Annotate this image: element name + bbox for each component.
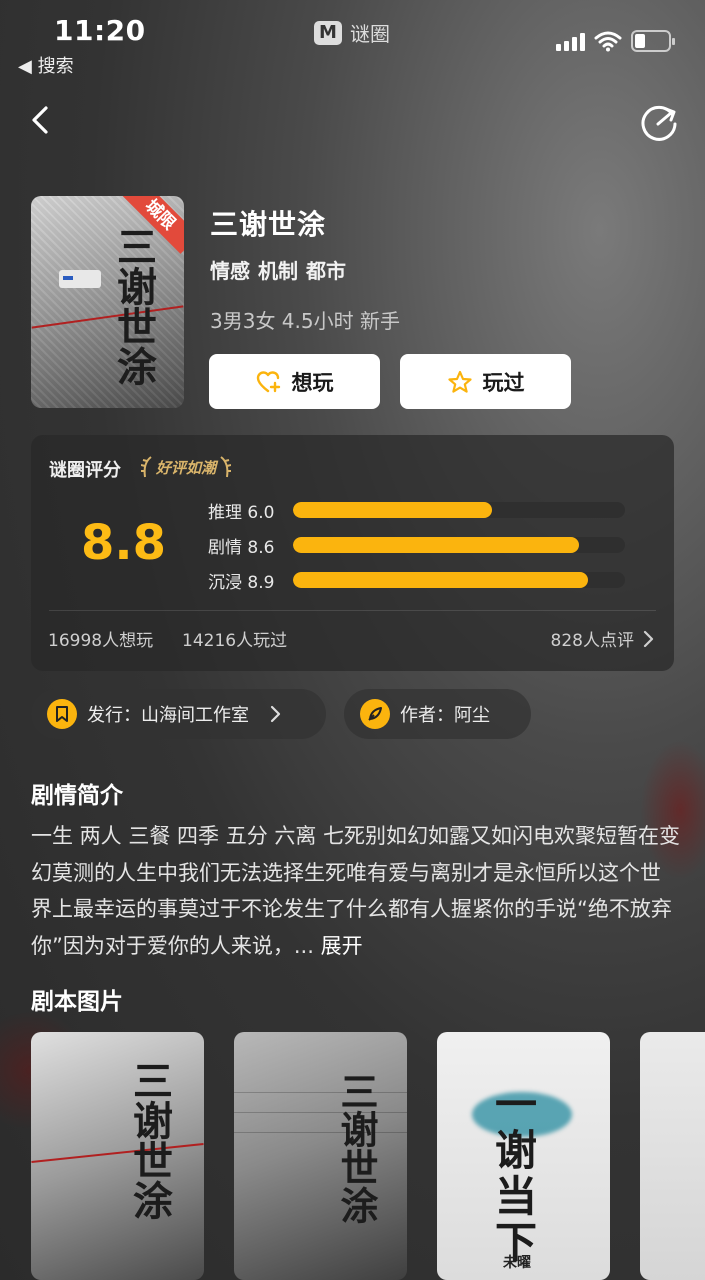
want-to-play-button[interactable]: 想玩 <box>209 354 380 409</box>
rating-title: 谜圈评分 <box>49 460 121 481</box>
want-count: 16998人想玩 <box>48 631 154 651</box>
synopsis-heading: 剧情简介 <box>31 783 123 809</box>
rating-bar-track <box>293 572 625 588</box>
chevron-right-icon <box>270 705 281 723</box>
back-to-search-link[interactable]: ◀ 搜索 <box>18 52 74 78</box>
share-icon[interactable] <box>638 100 680 142</box>
game-title: 三谢世涂 <box>210 208 327 241</box>
chevron-right-icon <box>643 630 654 647</box>
wifi-icon <box>594 31 622 52</box>
game-cover-image[interactable]: 三谢世涂 城限 <box>31 196 184 408</box>
thumb-title-art: 三谢世涂 <box>334 1072 378 1224</box>
award-badge: 好评如潮 <box>141 454 232 480</box>
tag-item[interactable]: 都市 <box>306 255 346 284</box>
publisher-label: 发行：山海间工作室 <box>87 705 249 726</box>
played-button[interactable]: 玩过 <box>400 354 571 409</box>
heart-plus-icon <box>256 370 280 392</box>
status-time: 11:20 <box>54 14 146 47</box>
chevron-left-icon[interactable] <box>22 100 62 140</box>
rating-bar-label: 沉浸 8.9 <box>208 572 275 593</box>
script-image-thumb[interactable]: 三谢世涂 <box>234 1032 407 1280</box>
status-bar: 11:20 ◀ 搜索 M 谜圈 <box>0 0 705 80</box>
images-heading: 剧本图片 <box>31 989 123 1015</box>
app-title: M 谜圈 <box>314 18 390 47</box>
tag-item[interactable]: 情感 <box>210 255 250 284</box>
signal-icon <box>556 33 585 51</box>
cover-title-art: 三谢世涂 <box>110 226 156 386</box>
script-image-thumb[interactable]: 三谢世涂 <box>31 1032 204 1280</box>
game-tags: 情感 机制 都市 <box>210 255 346 284</box>
bookmark-icon <box>47 699 77 729</box>
reviews-link[interactable]: 828人点评 <box>551 626 654 651</box>
divider <box>49 610 656 611</box>
rating-bar-track <box>293 537 625 553</box>
rating-bar-row: 推理 6.0 <box>208 500 628 523</box>
author-pill[interactable]: 作者：阿尘 <box>344 689 531 739</box>
star-icon <box>447 370 472 393</box>
rating-card: 谜圈评分 好评如潮 8.8 推理 6.0 剧情 8.6 沉浸 8.9 16998… <box>31 435 674 671</box>
rating-bar-label: 剧情 8.6 <box>208 537 275 558</box>
overall-score: 8.8 <box>81 515 167 571</box>
expand-link[interactable]: 展开 <box>321 934 363 958</box>
thumb-title-art: 一谢当下 <box>495 1080 538 1267</box>
played-count: 14216人玩过 <box>182 631 288 651</box>
thumb-title-art: 三谢世涂 <box>126 1060 172 1220</box>
battery-icon <box>631 30 675 52</box>
tag-item[interactable]: 机制 <box>258 255 298 284</box>
rating-bar-fill <box>293 502 493 518</box>
rating-bar-label: 推理 6.0 <box>208 502 275 523</box>
laurel-right-icon <box>220 456 232 478</box>
synopsis-text-block: 一生 两人 三餐 四季 五分 六离 七死别如幻如露又如闪电欢聚短暂在变幻莫测的人… <box>31 818 681 964</box>
app-name-label: 谜圈 <box>350 22 390 46</box>
pen-nib-icon <box>360 699 390 729</box>
rating-bar-fill <box>293 572 589 588</box>
rating-bar-fill <box>293 537 579 553</box>
played-label: 玩过 <box>482 370 525 395</box>
ambulance-illustration <box>59 270 101 288</box>
rating-bar-track <box>293 502 625 518</box>
app-logo-icon: M <box>314 20 342 45</box>
thumb-subtitle: 未曜 <box>503 1255 531 1271</box>
author-label: 作者：阿尘 <box>400 705 490 726</box>
want-to-play-label: 想玩 <box>291 370 334 395</box>
award-label: 好评如潮 <box>156 458 217 477</box>
publisher-pill[interactable]: 发行：山海间工作室 <box>31 689 326 739</box>
laurel-left-icon <box>141 456 152 478</box>
reviews-count: 828人点评 <box>550 631 634 651</box>
game-meta: 3男3女 4.5小时 新手 <box>210 309 400 333</box>
rating-bar-row: 沉浸 8.9 <box>208 570 628 593</box>
rating-bar-row: 剧情 8.6 <box>208 535 628 558</box>
script-image-thumb[interactable]: 一谢当下 未曜 <box>437 1032 610 1280</box>
script-image-thumb[interactable] <box>640 1032 705 1280</box>
